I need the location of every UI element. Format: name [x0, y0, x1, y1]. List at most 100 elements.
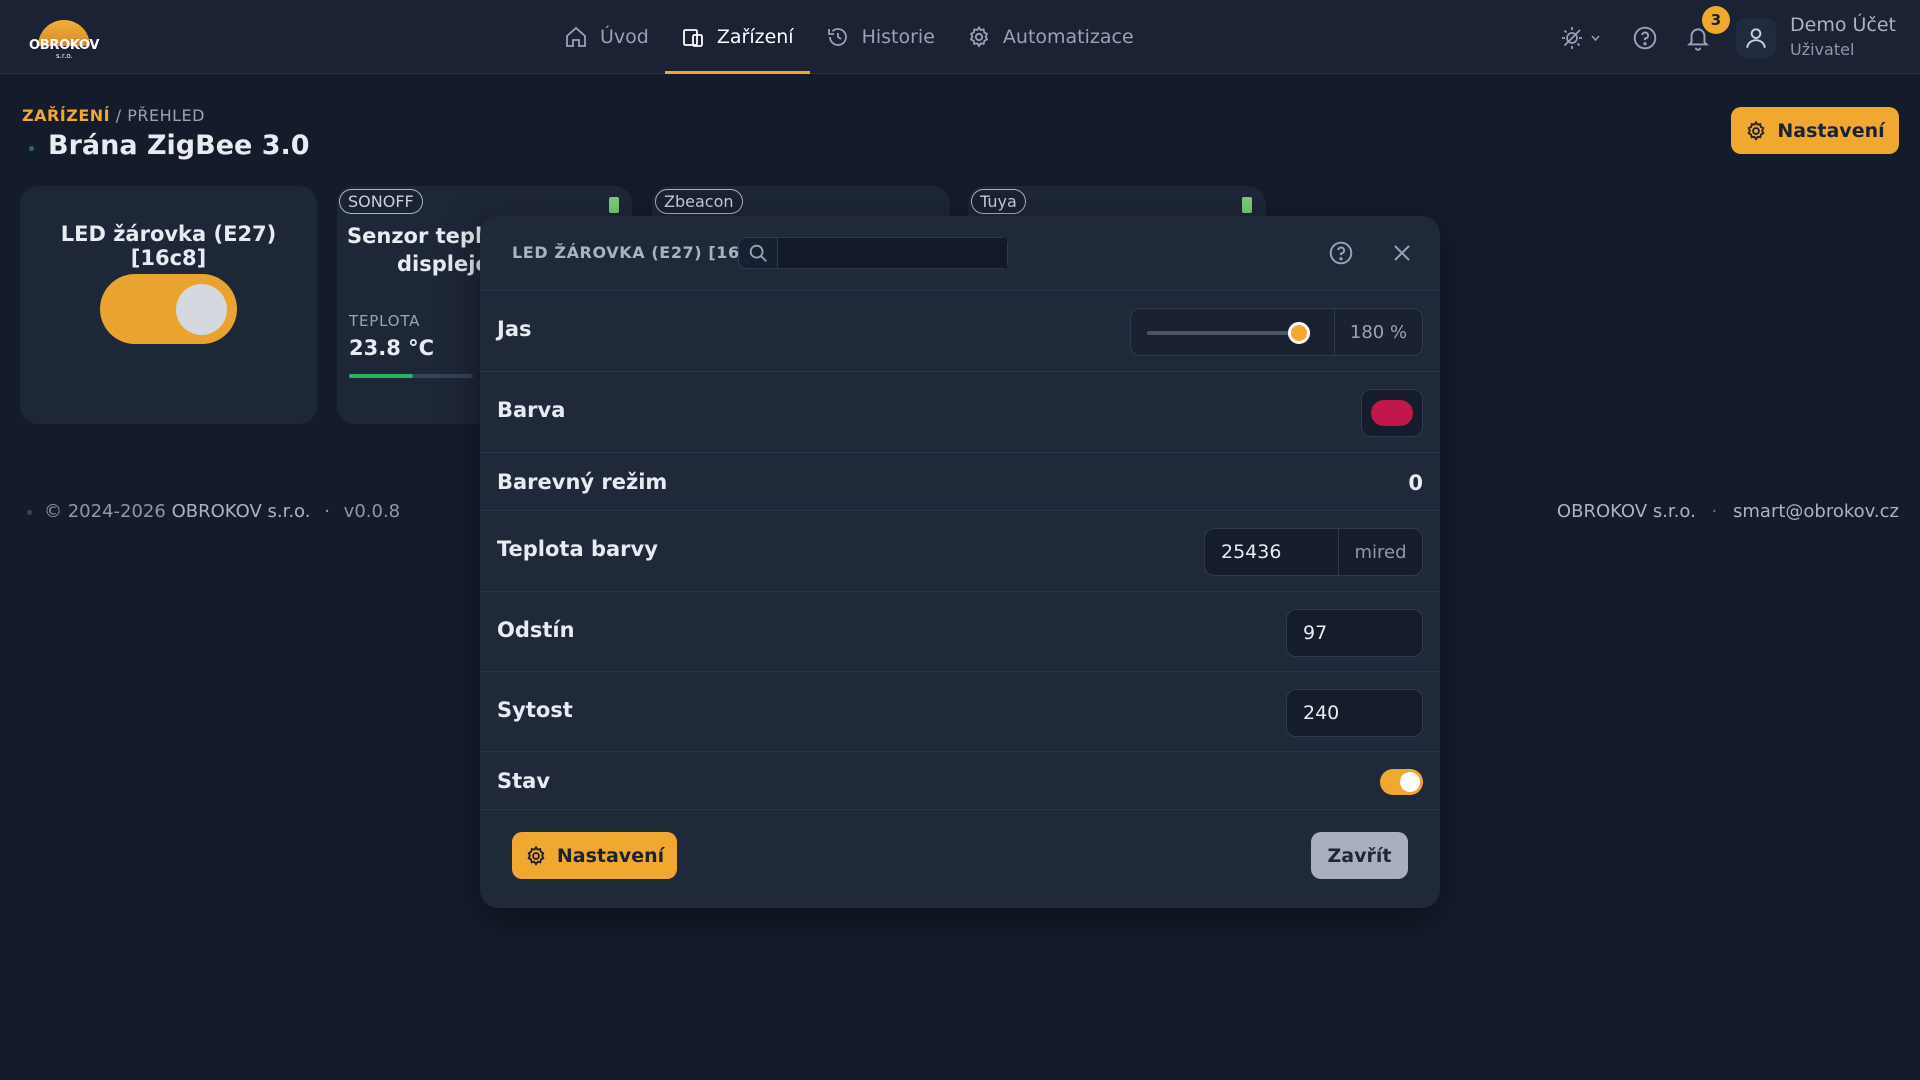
user-role: Uživatel	[1790, 40, 1855, 59]
vendor-badge: SONOFF	[339, 189, 423, 214]
search-input[interactable]	[777, 238, 1007, 268]
row-color-temperature: Teplota barvy mired	[480, 511, 1440, 592]
breadcrumb-separator: /	[115, 106, 122, 125]
device-detail-modal: LED ŽÁROVKA (E27) [16C8] Jas 180 % Barva…	[480, 216, 1440, 908]
footer-separator: ·	[1711, 501, 1718, 522]
row-saturation: Sytost	[480, 672, 1440, 752]
modal-settings-button[interactable]: Nastavení	[512, 832, 677, 879]
vendor-badge: Tuya	[971, 189, 1026, 214]
row-label: Stav	[497, 769, 551, 793]
nav-item-automatizace[interactable]: Automatizace	[951, 0, 1150, 74]
breadcrumb-section[interactable]: ZAŘÍZENÍ	[22, 106, 110, 125]
history-icon	[827, 28, 847, 46]
status-dot	[29, 146, 34, 151]
theme-switcher[interactable]	[1560, 25, 1604, 55]
row-label: Odstín	[497, 618, 575, 642]
row-label: Barva	[497, 398, 566, 422]
vendor-badge: Zbeacon	[655, 189, 743, 214]
toggle-knob	[176, 284, 227, 335]
color-temp-unit: mired	[1338, 529, 1422, 575]
user-avatar[interactable]	[1736, 18, 1776, 58]
row-label: Barevný režim	[497, 470, 668, 494]
metric-label: TEPLOTA	[349, 312, 421, 330]
settings-button[interactable]: Nastavení	[1731, 107, 1899, 154]
color-swatch	[1371, 400, 1413, 426]
device-card-title: LED žárovka (E27) [16c8]	[60, 222, 277, 270]
row-label: Teplota barvy	[497, 537, 658, 561]
devices-icon	[682, 29, 703, 47]
modal-settings-label: Nastavení	[556, 844, 665, 867]
metric-bar	[349, 374, 473, 378]
gear-icon	[1747, 120, 1765, 141]
hue-input[interactable]	[1286, 609, 1423, 657]
main-nav: Úvod Zařízení Historie Automatizace	[548, 0, 1150, 74]
nav-label: Automatizace	[1002, 26, 1134, 48]
battery-icon	[609, 197, 619, 213]
toggle-knob	[1400, 772, 1420, 792]
device-power-toggle[interactable]	[100, 274, 237, 344]
brightness-slider-track[interactable]	[1147, 331, 1307, 335]
row-color: Barva	[480, 372, 1440, 453]
row-label: Sytost	[497, 698, 573, 722]
nav-label: Úvod	[600, 26, 649, 48]
user-icon	[1746, 28, 1766, 48]
gear-icon	[969, 25, 989, 48]
close-icon	[1394, 245, 1410, 261]
modal-search	[738, 237, 1008, 269]
logo-subtext: s.r.o.	[56, 52, 73, 60]
search-icon	[749, 244, 767, 262]
modal-header: LED ŽÁROVKA (E27) [16C8]	[480, 216, 1440, 291]
help-icon	[1633, 26, 1657, 50]
brightness-value: 180 %	[1334, 309, 1422, 355]
user-name[interactable]: Demo Účet	[1790, 14, 1896, 36]
gear-icon	[527, 845, 545, 866]
nav-item-historie[interactable]: Historie	[810, 0, 951, 74]
footer-right: OBROKOV s.r.o. · smart@obrokov.cz	[1557, 501, 1899, 522]
metric-bar-fill	[349, 374, 414, 378]
device-card-led-bulb[interactable]: LED žárovka (E27) [16c8]	[20, 186, 317, 424]
footer-version: v0.0.8	[343, 501, 401, 522]
modal-footer: Nastavení Zavřít	[480, 810, 1440, 908]
row-hue: Odstín	[480, 592, 1440, 672]
footer-dot	[27, 510, 32, 515]
help-button[interactable]	[1632, 25, 1658, 55]
nav-label: Zařízení	[716, 26, 794, 48]
metric-value: 23.8 °C	[349, 336, 435, 360]
battery-icon	[1242, 197, 1252, 213]
modal-close-button[interactable]: Zavřít	[1311, 832, 1408, 879]
modal-title: LED ŽÁROVKA (E27) [16C8]	[512, 243, 772, 262]
color-temp-input[interactable]	[1205, 529, 1339, 575]
modal-close-x[interactable]	[1392, 243, 1412, 267]
footer-email[interactable]: smart@obrokov.cz	[1733, 501, 1899, 522]
footer-separator: ·	[324, 501, 330, 522]
notifications-badge: 3	[1702, 6, 1730, 34]
nav-item-zarizeni[interactable]: Zařízení	[664, 0, 810, 74]
color-mode-value: 0	[1408, 471, 1423, 495]
footer-company[interactable]: OBROKOV s.r.o.	[172, 501, 311, 522]
color-picker-button[interactable]	[1361, 389, 1423, 437]
home-icon	[566, 26, 586, 47]
nav-item-uvod[interactable]: Úvod	[548, 0, 665, 74]
footer-company-link[interactable]: OBROKOV s.r.o.	[1557, 501, 1696, 522]
page-title: Brána ZigBee 3.0	[48, 130, 310, 161]
nav-label: Historie	[861, 26, 935, 48]
sun-moon-icon	[1562, 27, 1600, 49]
color-temp-group: mired	[1204, 528, 1423, 576]
row-brightness: Jas 180 %	[480, 291, 1440, 372]
brightness-control: 180 %	[1130, 308, 1423, 356]
modal-help-button[interactable]	[1328, 240, 1354, 270]
settings-button-label: Nastavení	[1777, 119, 1885, 142]
top-navbar: OBROKOV s.r.o. Úvod Zařízení Historie Au…	[0, 0, 1920, 74]
footer-left: © 2024-2026 OBROKOV s.r.o. · v0.0.8	[44, 501, 400, 522]
help-icon	[1329, 241, 1353, 265]
brightness-slider-handle[interactable]	[1288, 322, 1310, 344]
company-logo[interactable]: OBROKOV s.r.o.	[26, 12, 102, 62]
breadcrumb: ZAŘÍZENÍ / PŘEHLED	[22, 106, 205, 125]
state-toggle[interactable]	[1380, 769, 1423, 795]
saturation-input[interactable]	[1286, 689, 1423, 737]
row-state: Stav	[480, 752, 1440, 810]
logo-text: OBROKOV	[29, 38, 100, 53]
row-color-mode: Barevný režim 0	[480, 453, 1440, 511]
row-label: Jas	[497, 317, 532, 341]
breadcrumb-page: PŘEHLED	[127, 106, 205, 125]
